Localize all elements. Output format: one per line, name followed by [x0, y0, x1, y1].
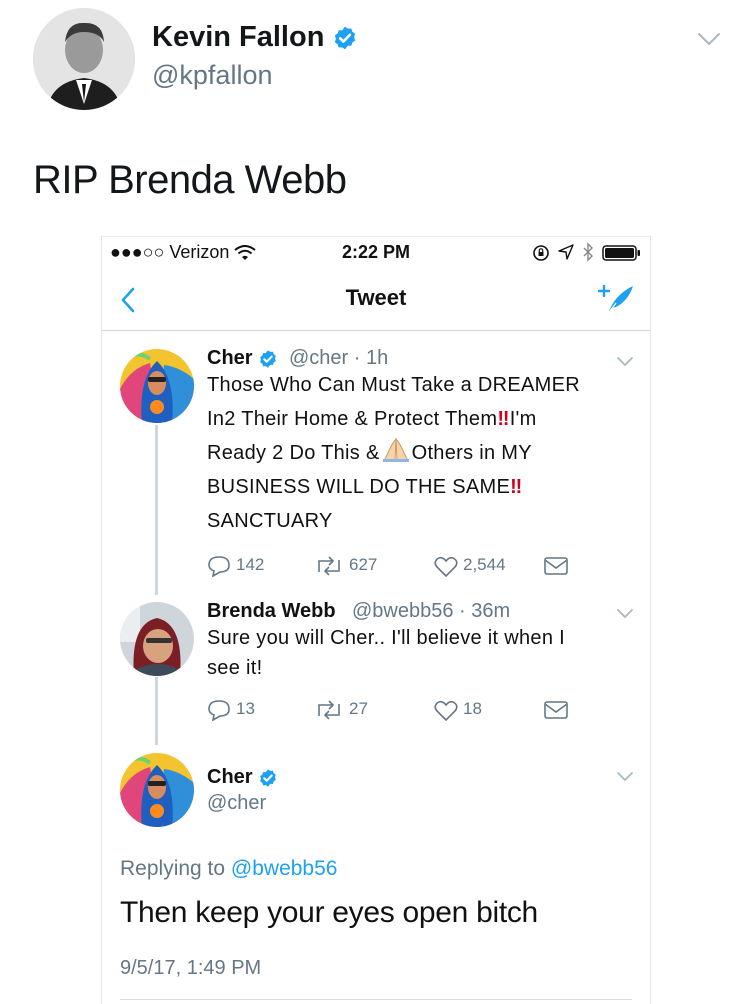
tweet-handle[interactable]: @cher: [207, 792, 266, 815]
reply-count: 13: [236, 699, 255, 718]
tweet-author-name[interactable]: Cher: [207, 347, 278, 370]
tweet-author-name[interactable]: Cher: [207, 766, 278, 789]
reply-icon: [208, 700, 230, 721]
tweet-line: SANCTUARY: [207, 510, 333, 532]
avatar[interactable]: [120, 602, 194, 676]
tweet-line: Ready 2 Do This & Others in MY: [207, 436, 627, 470]
tweet-handle-time[interactable]: @bwebb56 · 36m: [352, 600, 510, 623]
compose-tweet-icon[interactable]: [596, 281, 636, 317]
tweet-line: In2 Their Home & Protect Them‼I'm: [207, 408, 537, 430]
heart-icon: [434, 700, 458, 721]
reply-icon: [208, 556, 230, 577]
like-count: 2,544: [463, 555, 506, 574]
tweet-line: Those Who Can Must Take a DREAMER: [207, 374, 580, 396]
bluetooth-icon: [583, 242, 593, 262]
retweet-icon: [318, 556, 340, 576]
reply-count: 142: [236, 555, 265, 574]
tweet-text: Those Who Can Must Take a DREAMER In2 Th…: [207, 368, 627, 538]
orientation-lock-icon: [533, 245, 549, 261]
avatar[interactable]: [33, 8, 135, 110]
tweet-text: Then keep your eyes open bitch: [120, 896, 538, 929]
avatar[interactable]: [120, 349, 194, 423]
tweet-author-name[interactable]: Brenda Webb: [207, 600, 336, 623]
folded-hands-emoji-icon: [382, 437, 409, 462]
location-icon: [558, 244, 574, 260]
divider: [120, 999, 632, 1000]
verified-badge-icon: [260, 349, 276, 368]
tweet-handle-time[interactable]: @cher · 1h: [289, 347, 388, 370]
like-count: 18: [463, 699, 482, 718]
verified-badge-icon: [335, 26, 356, 50]
tweet-line: see it!: [207, 657, 263, 679]
heart-icon: [434, 556, 458, 577]
tweet-text: Sure you will Cher.. I'll believe it whe…: [207, 623, 627, 683]
chevron-down-icon[interactable]: [696, 26, 722, 52]
tweet-text: RIP Brenda Webb: [33, 158, 347, 202]
direct-message-icon[interactable]: [544, 557, 568, 575]
thread-line: [155, 425, 158, 595]
embedded-screenshot: ●●●○○ Verizon 2:22 PM Tweet Cher @cher ·…: [101, 236, 651, 1004]
battery-icon: [602, 245, 640, 261]
direct-message-icon[interactable]: [544, 701, 568, 719]
tweet-line: Sure you will Cher.. I'll believe it whe…: [207, 627, 565, 649]
chevron-down-icon[interactable]: [616, 605, 634, 623]
carrier-label: ●●●○○ Verizon: [110, 242, 230, 262]
replying-to-link[interactable]: @bwebb56: [231, 857, 338, 880]
replying-to: Replying to @bwebb56: [120, 857, 338, 880]
wifi-icon: [234, 245, 256, 260]
avatar[interactable]: [120, 753, 194, 827]
author-name-text[interactable]: Kevin Fallon: [152, 21, 324, 53]
thread-line: [155, 677, 158, 745]
page-title: Tweet: [345, 285, 407, 310]
tweet-line: BUSINESS WILL DO THE SAME‼: [207, 476, 523, 498]
retweet-icon: [318, 700, 340, 720]
divider: [102, 330, 650, 331]
chevron-down-icon[interactable]: [616, 768, 634, 786]
tweet-timestamp: 9/5/17, 1:49 PM: [120, 957, 262, 979]
retweet-count: 627: [349, 555, 378, 574]
double-exclamation-emoji: ‼: [497, 408, 510, 430]
author-handle[interactable]: @kpfallon: [152, 60, 272, 91]
double-exclamation-emoji: ‼: [510, 476, 523, 498]
verified-badge-icon: [260, 768, 276, 787]
retweet-count: 27: [349, 699, 368, 718]
author-name[interactable]: Kevin Fallon: [152, 21, 358, 54]
status-time: 2:22 PM: [342, 242, 411, 262]
